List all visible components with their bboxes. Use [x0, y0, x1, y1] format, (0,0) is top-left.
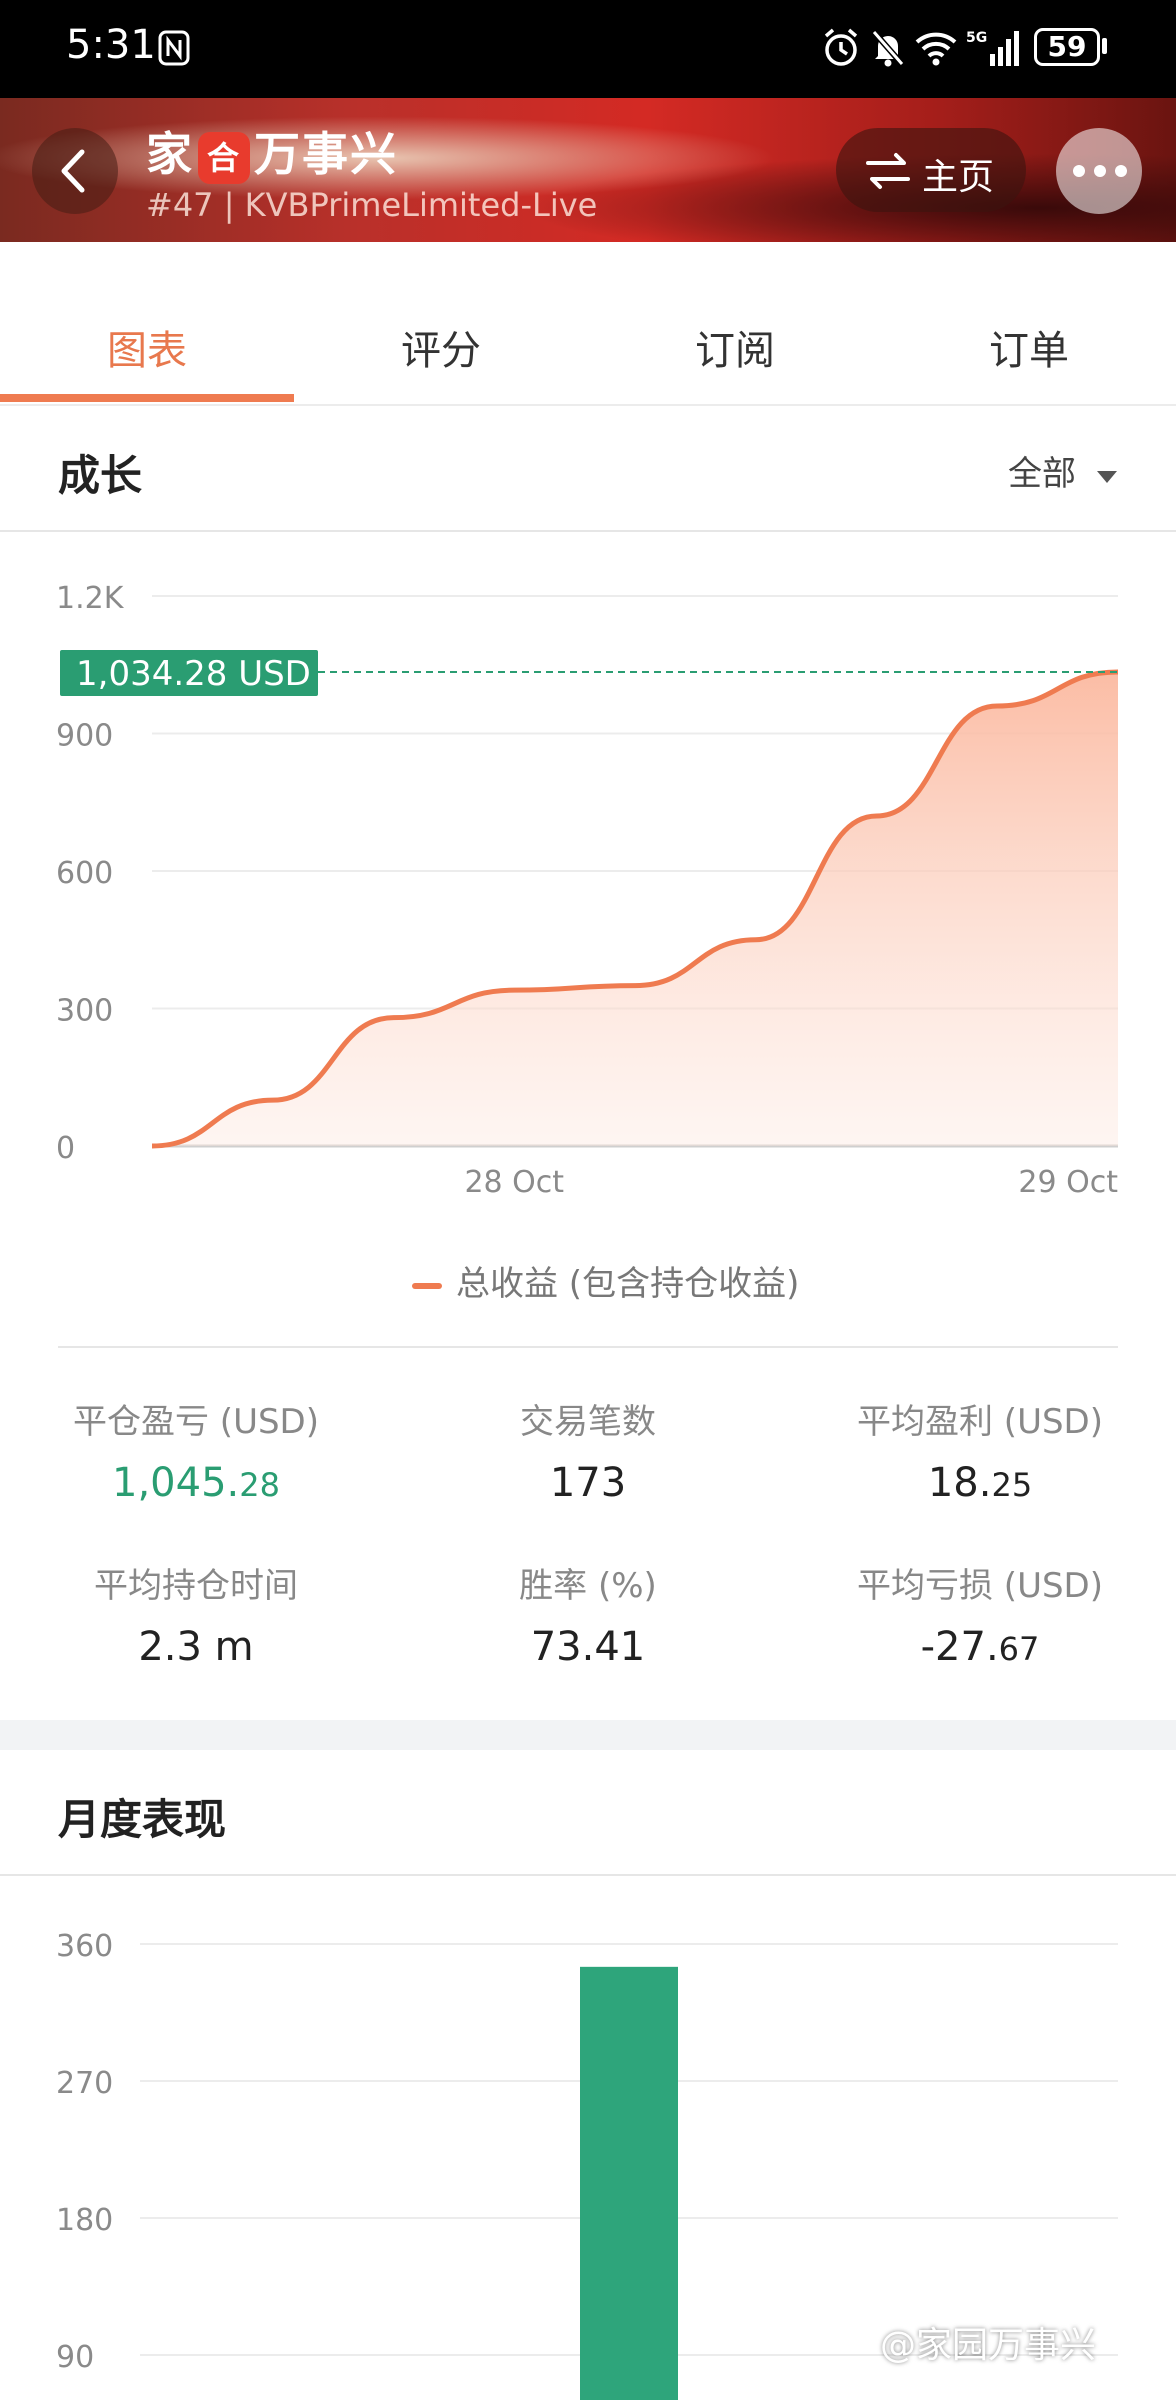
y-tick-label: 0	[56, 1131, 75, 1166]
y-tick-label: 600	[56, 856, 113, 891]
growth-area-chart: 0 300 600 900 1.2K 28 Oct 29 Oct 1,034.28 USD	[56, 581, 1118, 1200]
legend-label: 总收益 (包含持仓收益)	[456, 1264, 800, 1304]
range-filter-value: 全部	[1008, 454, 1076, 494]
active-tab-indicator	[0, 394, 294, 402]
header: 家合万事兴 #47 | KVBPrimeLimited-Live 主页	[0, 98, 1176, 242]
header-title: 家合万事兴	[146, 118, 398, 184]
more-dots-icon	[1073, 165, 1127, 177]
tab-subscription[interactable]: 订阅	[588, 318, 882, 376]
stat-label-closed-pnl: 平仓盈亏 (USD)	[73, 1402, 319, 1442]
tab-bar: 图表 评分 订阅 订单	[0, 242, 1176, 406]
legend-swatch	[412, 1282, 442, 1289]
chevron-left-icon	[61, 149, 85, 193]
stat-value-avg-hold-time: 2.3 m	[138, 1624, 254, 1670]
title-badge: 合	[198, 131, 250, 184]
stat-value-closed-pnl: 1,045.28	[112, 1460, 280, 1506]
alarm-icon	[824, 28, 858, 66]
section-divider	[0, 530, 1176, 532]
more-button[interactable]	[1056, 128, 1142, 214]
header-subtitle: #47 | KVBPrimeLimited-Live	[146, 186, 598, 224]
nfc-icon	[158, 30, 190, 66]
monthly-y-axis: 90 180 270 360	[56, 1929, 113, 2375]
tab-orders[interactable]: 订单	[882, 318, 1176, 376]
monthly-title: 月度表现	[58, 1795, 227, 1844]
wifi-icon	[915, 32, 957, 66]
stat-value-win-rate: 73.41	[530, 1624, 646, 1670]
chart-legend: 总收益 (包含持仓收益)	[412, 1256, 799, 1305]
y-tick-label: 900	[56, 719, 113, 754]
svg-text:5G: 5G	[966, 30, 987, 46]
battery-tip	[1102, 38, 1107, 54]
stat-label-avg-loss: 平均亏损 (USD)	[857, 1566, 1103, 1606]
y-tick-label: 90	[56, 2340, 94, 2375]
battery-level: 59	[1047, 30, 1087, 63]
mute-icon	[871, 30, 905, 67]
y-tick-label: 270	[56, 2066, 113, 2101]
stat-label-avg-hold-time: 平均持仓时间	[94, 1566, 298, 1606]
current-value-label: 1,034.28 USD	[76, 654, 311, 694]
y-tick-label: 360	[56, 1929, 113, 1964]
range-filter-select[interactable]: 全部	[1008, 446, 1119, 495]
home-button[interactable]: 主页	[836, 128, 1026, 212]
growth-title: 成长	[58, 451, 143, 500]
tab-rating[interactable]: 评分	[294, 318, 588, 376]
stat-value-avg-loss: -27.67	[920, 1624, 1040, 1670]
title-left: 家	[146, 127, 194, 181]
y-tick-label: 300	[56, 994, 113, 1029]
x-tick-label: 29 Oct	[1018, 1165, 1118, 1200]
growth-x-axis: 28 Oct 29 Oct	[464, 1165, 1118, 1200]
x-tick-label: 28 Oct	[464, 1165, 564, 1200]
monthly-divider	[0, 1874, 1176, 1876]
swap-icon	[866, 153, 910, 189]
stat-value-trade-count: 173	[549, 1460, 627, 1506]
stat-value-avg-profit: 18.25	[927, 1460, 1033, 1506]
tab-chart[interactable]: 图表	[0, 318, 294, 376]
battery-icon: 59	[1034, 28, 1100, 66]
bar	[580, 1966, 678, 2400]
signal-5g-icon: 5G	[966, 30, 1019, 66]
status-bar: 5:31 5G 59	[0, 0, 1176, 98]
growth-area-fill	[152, 671, 1118, 1146]
stats-divider	[58, 1346, 1118, 1348]
y-tick-label: 1.2K	[56, 581, 125, 616]
title-right: 万事兴	[254, 127, 398, 181]
stat-label-win-rate: 胜率 (%)	[519, 1566, 657, 1606]
watermark: @家园万事兴	[880, 2325, 1097, 2366]
monthly-bars	[580, 1966, 678, 2400]
home-label: 主页	[922, 157, 995, 198]
section-separator	[0, 1720, 1176, 1750]
stat-label-avg-profit: 平均盈利 (USD)	[857, 1402, 1103, 1442]
caret-down-icon	[1096, 471, 1117, 483]
stat-label-trade-count: 交易笔数	[520, 1402, 656, 1442]
status-time: 5:31	[66, 22, 156, 68]
back-button[interactable]	[32, 128, 118, 214]
y-tick-label: 180	[56, 2203, 113, 2238]
